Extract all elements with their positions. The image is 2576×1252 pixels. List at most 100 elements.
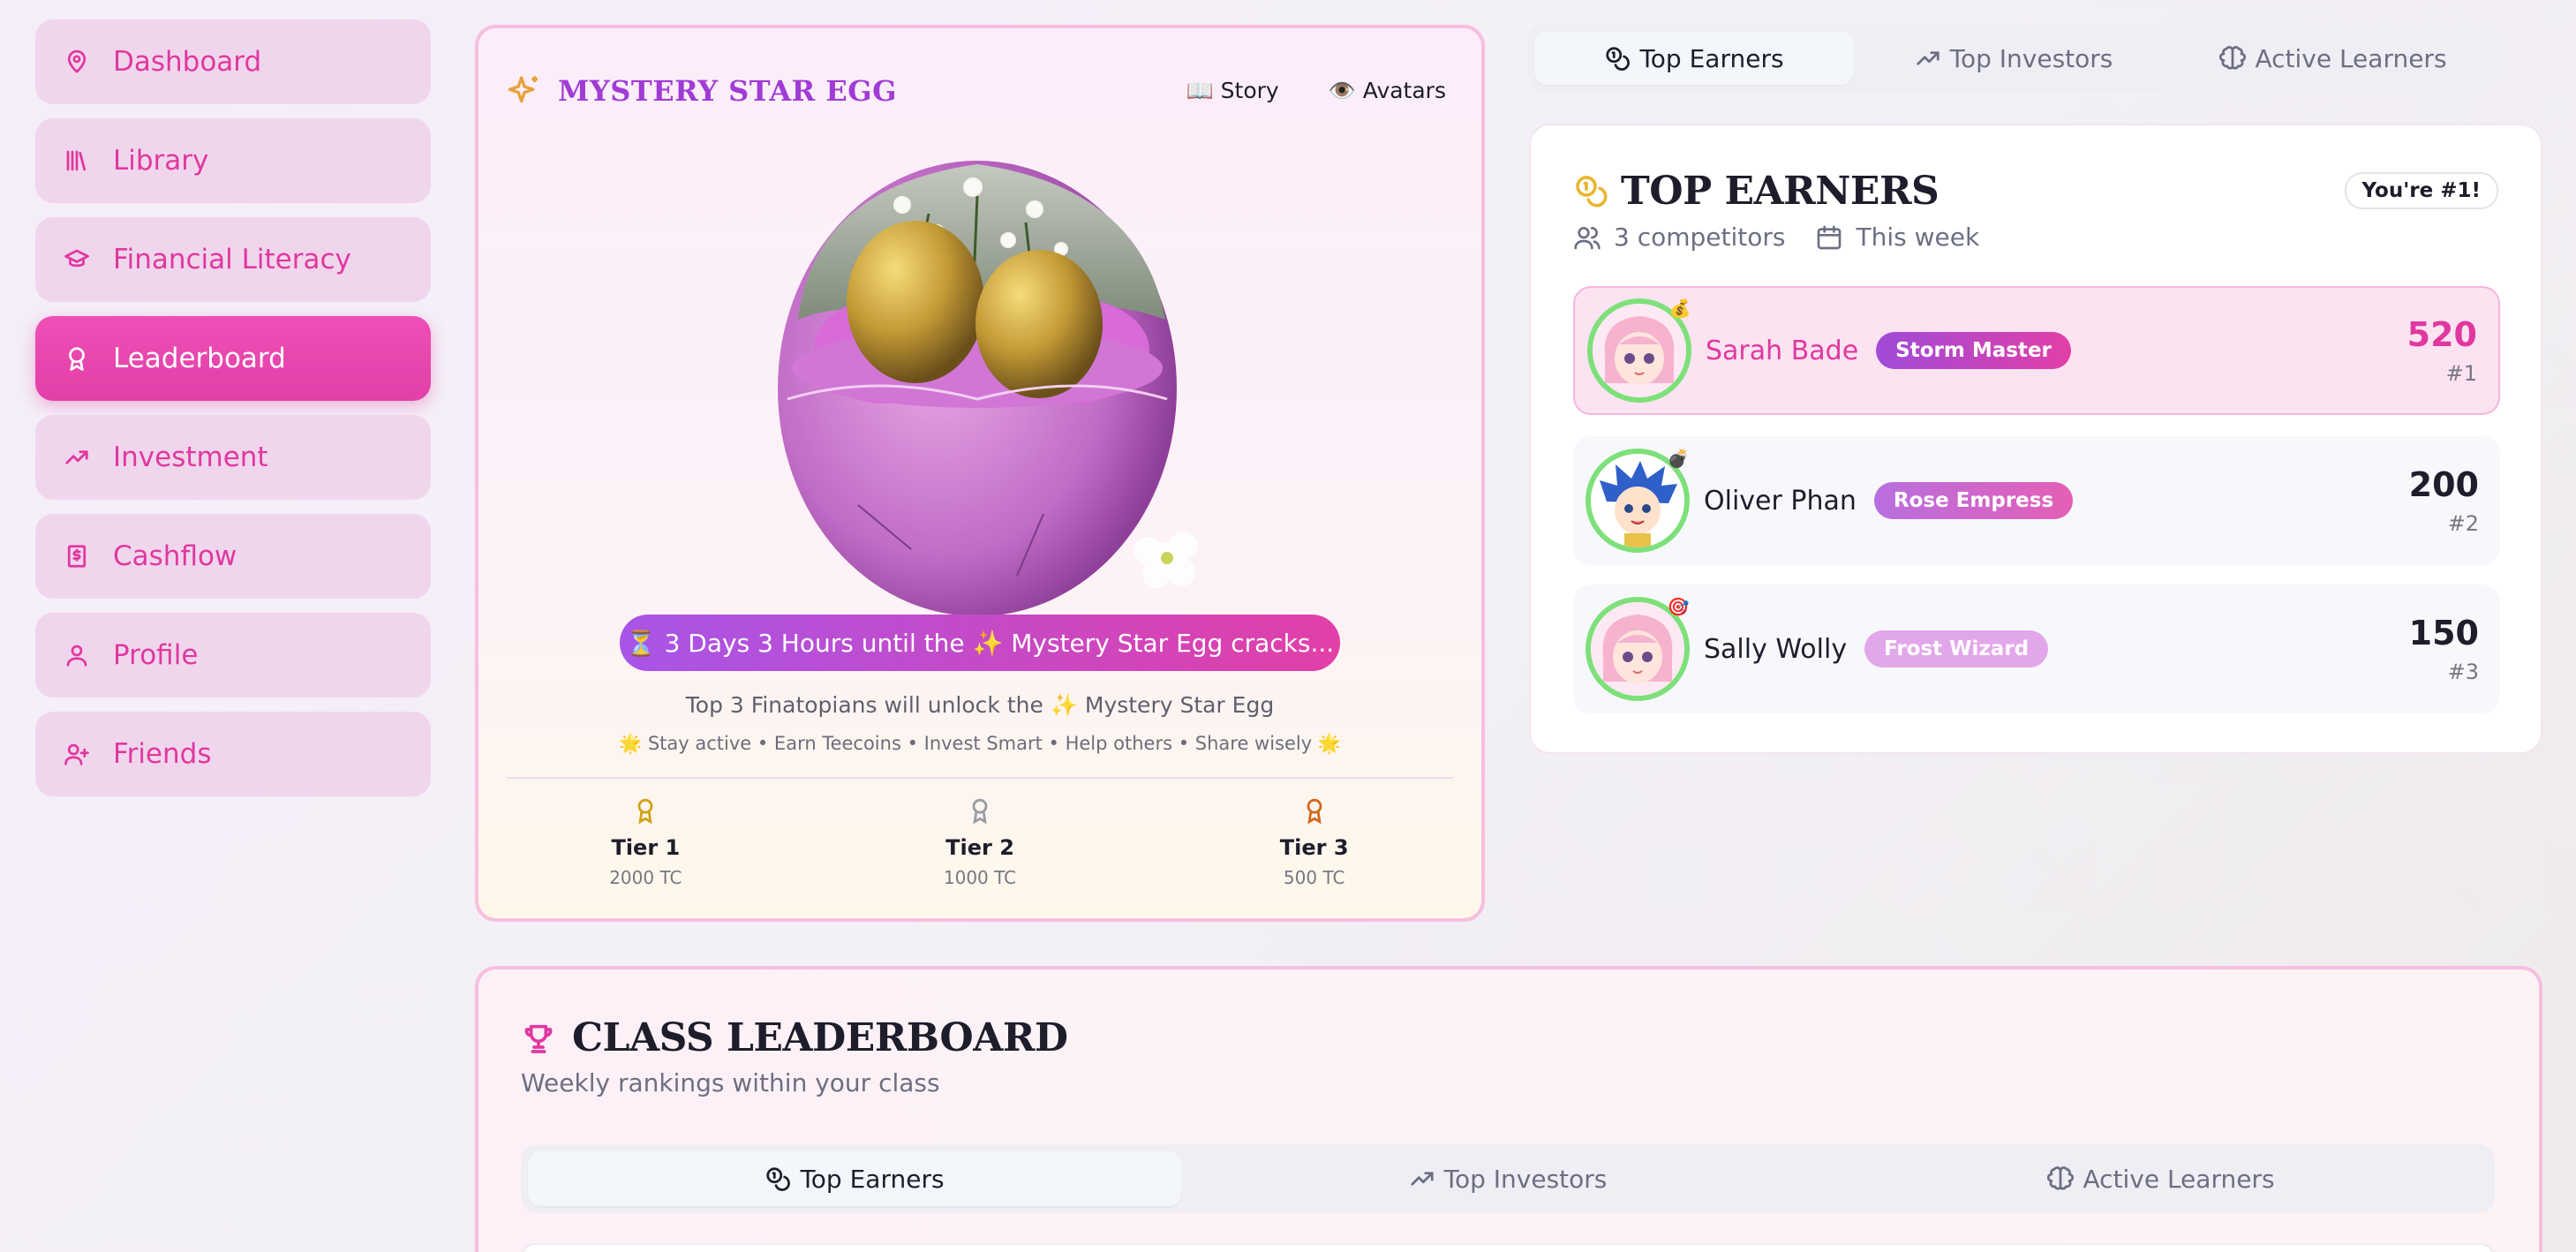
tier-amount: 2000 TC [609,867,682,888]
egg-card-header: MYSTERY STAR EGG 📖 Story 👁️ Avatars [507,69,1446,113]
sidebar-item-cashflow[interactable]: Cashflow [35,514,431,599]
player-rank: #3 [2447,660,2479,684]
player-title-badge: Rose Empress [1873,482,2074,519]
top-earners-card: TOP EARNERS You're #1! 3 competitors Thi… [1529,124,2542,754]
sidebar-item-friends[interactable]: Friends [35,712,431,796]
user-plus-icon [62,739,92,769]
brain-icon [2047,1166,2075,1190]
player-name: Sarah Bade [1706,335,1859,366]
competitors-label: 3 competitors [1614,222,1786,252]
player-title-badge: Storm Master [1876,332,2071,369]
class-leaderboard-title: CLASS LEADERBOARD [572,1015,1068,1060]
player-rank: #2 [2447,511,2479,536]
award-icon [62,343,92,373]
tab-label: Active Learners [2255,43,2447,73]
sidebar-item-label: Dashboard [113,46,262,78]
player-name: Sally Wolly [1704,633,1848,665]
sidebar-item-label: Cashflow [113,540,237,572]
tab-active-learners[interactable]: Active Learners [2173,32,2493,85]
sidebar-item-label: Friends [113,738,212,770]
rank-badge: You're #1! [2344,172,2498,209]
leaderboard-tabs: Top Earners Top Investors Active Learner… [1527,25,2500,92]
class-leaderboard-tabs: Top Earners Top Investors Active Learner… [521,1144,2495,1213]
tab-top-investors[interactable]: Top Investors [1854,32,2173,85]
tier-name: Tier 2 [945,835,1014,860]
sidebar-item-label: Profile [113,639,199,671]
sidebar-item-investment[interactable]: Investment [35,415,431,500]
competitors-count: 3 competitors [1573,222,1785,252]
egg-unlock-text: Top 3 Finatopians will unlock the ✨ Myst… [685,692,1275,718]
divider [507,777,1453,779]
leaderboard-row[interactable]: 💣 Oliver Phan Rose Empress 200 #2 [1573,436,2500,565]
sidebar-item-label: Leaderboard [113,343,286,374]
sidebar-item-profile[interactable]: Profile [35,613,431,698]
class-leaderboard-subtitle: Weekly rankings within your class [521,1068,940,1097]
receipt-icon [62,541,92,571]
tab-label: Top Investors [1949,43,2113,73]
player-name: Oliver Phan [1704,485,1857,517]
medal-silver-icon [972,798,988,825]
sidebar: Dashboard Library Financial Literacy Lea… [35,19,431,811]
brain-icon [2219,46,2247,70]
tier-name: Tier 3 [1279,835,1349,860]
tier-1: Tier 1 2000 TC [478,796,813,888]
tab-top-earners[interactable]: Top Earners [528,1151,1181,1206]
coins-icon [1576,176,1608,207]
egg-countdown-banner: ⏳ 3 Days 3 Hours until the ✨ Mystery Sta… [620,615,1340,671]
users-icon [1574,226,1601,249]
sidebar-item-label: Library [113,145,209,177]
tab-label: Top Earners [1639,43,1784,73]
leaderboard-row[interactable]: 🎯 Sally Wolly Frost Wizard 150 #3 [1573,585,2500,713]
calendar-icon [1818,225,1842,249]
tier-amount: 1000 TC [943,867,1017,888]
trending-up-icon [62,442,92,472]
bomb-icon: 💣 [1667,448,1690,469]
sidebar-item-label: Financial Literacy [113,244,351,275]
player-title-badge: Frost Wizard [1864,630,2049,667]
tab-label: Active Learners [2083,1164,2275,1194]
tab-top-investors[interactable]: Top Investors [1181,1151,1834,1206]
top-earners-title: TOP EARNERS [1621,168,1940,214]
user-icon [62,640,92,670]
period-label: This week [1856,222,1980,252]
mystery-egg-image [778,161,1197,616]
story-link[interactable]: 📖 Story [1186,78,1279,104]
trophy-icon [524,1024,553,1053]
player-score: 150 [2408,614,2479,652]
sidebar-item-leaderboard[interactable]: Leaderboard [35,316,431,401]
trending-up-icon [1411,1172,1434,1186]
money-bag-icon: 💰 [1668,298,1691,319]
class-leaderboard-card: CLASS LEADERBOARD Weekly rankings within… [475,966,2542,1252]
tier-2: Tier 2 1000 TC [813,796,1148,888]
tier-name: Tier 1 [611,835,681,860]
egg-tips-text: 🌟 Stay active • Earn Teecoins • Invest S… [619,733,1341,754]
player-rank: #1 [2445,361,2477,386]
mystery-egg-card: MYSTERY STAR EGG 📖 Story 👁️ Avatars ⏳ 3 … [475,25,1485,922]
class-leaderboard-list [521,1243,2495,1252]
sidebar-item-label: Investment [113,441,268,473]
tab-label: Top Investors [1443,1164,1608,1194]
library-icon [62,146,92,176]
medal-gold-icon [637,798,653,825]
trending-up-icon [1917,51,1940,65]
tab-label: Top Earners [800,1164,945,1194]
coins-icon [1606,47,1631,71]
coins-icon [766,1167,791,1191]
leaderboard-row[interactable]: 💰 Sarah Bade Storm Master 520 #1 [1573,286,2500,415]
tier-amount: 500 TC [1283,867,1345,888]
target-icon: 🎯 [1667,596,1690,617]
medal-bronze-icon [1307,798,1322,825]
avatars-link[interactable]: 👁️ Avatars [1329,78,1446,104]
sidebar-item-dashboard[interactable]: Dashboard [35,19,431,104]
tab-top-earners[interactable]: Top Earners [1534,32,1854,85]
sidebar-item-financial-literacy[interactable]: Financial Literacy [35,217,431,302]
map-pin-icon [62,47,92,77]
graduation-cap-icon [62,245,92,275]
egg-title: MYSTERY STAR EGG [558,74,897,108]
sparkles-icon [508,76,538,103]
tier-list: Tier 1 2000 TC Tier 2 1000 TC Tier 3 500… [478,796,1481,888]
tab-active-learners[interactable]: Active Learners [1834,1151,2488,1206]
period: This week [1815,222,1979,252]
sidebar-item-library[interactable]: Library [35,118,431,203]
player-score: 200 [2408,465,2479,504]
